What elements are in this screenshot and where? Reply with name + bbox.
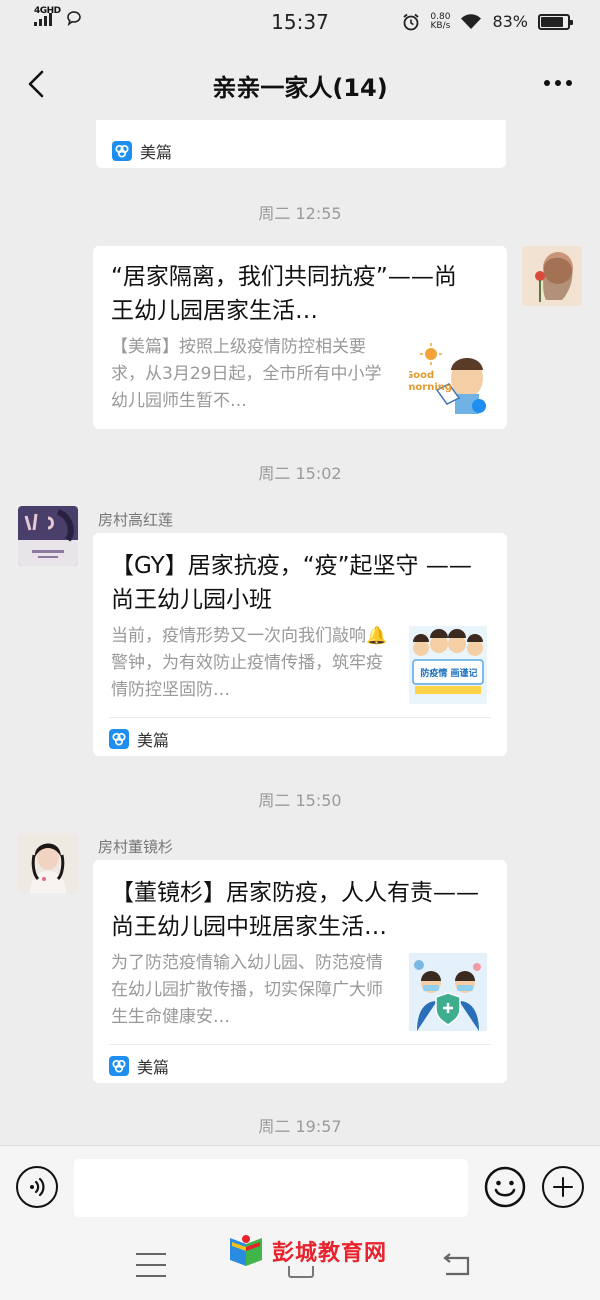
card-thumbnail: Good morning [409,340,487,418]
more-icon [544,80,550,86]
chat-title: 亲亲一家人(14) [212,74,388,102]
plus-button[interactable] [542,1166,584,1208]
card-source: 美篇 [109,1044,491,1078]
more-button[interactable] [538,68,578,98]
card-thumbnail [409,953,487,1031]
watermark-text: 彭城教育网 [272,1241,388,1266]
card-source: 美篇 [112,130,490,163]
card-description: 为了防范疫情输入幼儿园、防范疫情在幼儿园扩散传播，切实保障广大师生生命健康安… [111,953,383,1027]
link-card[interactable]: “居家隔离，我们共同抗疫”——尚王幼儿园居家生活… 【美篇】按照上级疫情防控相关… [93,246,507,429]
book-logo-icon [230,1235,262,1266]
avatar-image [18,506,78,566]
sender-name: 房村董镜杉 [98,838,174,856]
home-button[interactable] [288,1266,314,1278]
status-bar: 4GHD 15:37 0.80 KB/s 83% [0,0,600,48]
card-description: 【美篇】按照上级疫情防控相关要求，从3月29日起，全市所有中小学幼儿园师生暂不… [111,337,382,411]
menu-icon [136,1253,166,1255]
thumbnail-caption: Good morning [409,370,453,393]
card-thumbnail: 防疫情 画谨记 [409,626,487,704]
card-description: 当前，疫情形势又一次向我们敲响🔔警钟，为有效防止疫情传播，筑牢疫情防控坚固防… [111,626,388,700]
back-button[interactable] [18,66,54,102]
voice-icon [30,1177,45,1197]
thumbnail-caption: 防疫情 画谨记 [420,669,478,679]
emoji-icon [484,1166,526,1208]
avatar-image [18,833,78,893]
link-card[interactable]: 【GY】居家抗疫，“疫”起坚守 ——尚王幼儿园小班 当前，疫情形势又一次向我们敲… [93,533,507,756]
return-button[interactable] [440,1252,474,1278]
network-speed: 0.80 KB/s [430,12,451,31]
meipian-logo-icon [109,1056,129,1076]
card-title: 【董镜杉】居家防疫，人人有责——尚王幼儿园中班居家生活… [111,880,479,940]
thumbnail-image [409,953,487,1031]
menu-button[interactable] [136,1253,166,1277]
sender-name: 房村高红莲 [98,511,174,529]
link-card[interactable]: 【董镜杉】居家防疫，人人有责——尚王幼儿园中班居家生活… 为了防范疫情输入幼儿园… [93,860,507,1083]
time-divider: 周二 12:55 [258,204,342,223]
sender-avatar[interactable] [18,506,78,566]
system-navigation: 彭城教育网 [0,1230,600,1300]
chat-header: 亲亲一家人(14) [0,48,600,120]
emoji-button[interactable] [484,1166,526,1208]
battery-percent: 83% [492,12,528,31]
time-divider: 周二 15:50 [258,791,342,810]
status-right: 0.80 KB/s 83% [402,12,573,31]
voice-button[interactable] [16,1166,58,1208]
message-list[interactable]: 美篇 周二 12:55 “居家隔离，我们共同抗疫”——尚王幼儿园居家生活… 【美… [0,120,600,1145]
thumbnail-image [409,626,487,704]
card-title: “居家隔离，我们共同抗疫”——尚王幼儿园居家生活… [111,264,457,324]
meipian-logo-icon [109,729,129,749]
card-source: 美篇 [109,717,491,751]
input-bar [0,1145,600,1230]
battery-icon [538,13,573,30]
battery-fill [541,16,563,27]
link-card-partial[interactable]: 美篇 [96,120,506,168]
avatar-image [522,246,582,306]
my-avatar[interactable] [522,246,582,306]
source-label: 美篇 [137,731,170,750]
time-divider: 周二 19:57 [258,1117,342,1136]
time-divider: 周二 15:02 [258,464,342,483]
watermark: 彭城教育网 [226,1234,387,1268]
back-arrow-icon [28,70,44,98]
speed-unit: KB/s [430,20,451,31]
return-icon [443,1253,470,1276]
source-label: 美篇 [140,143,173,162]
message-input[interactable] [74,1159,468,1217]
sender-avatar[interactable] [18,833,78,893]
source-label: 美篇 [137,1058,170,1077]
card-title: 【GY】居家抗疫，“疫”起坚守 ——尚王幼儿园小班 [111,553,472,613]
wifi-icon [461,13,482,29]
meipian-logo-icon [112,141,132,161]
alarm-icon [403,13,419,30]
